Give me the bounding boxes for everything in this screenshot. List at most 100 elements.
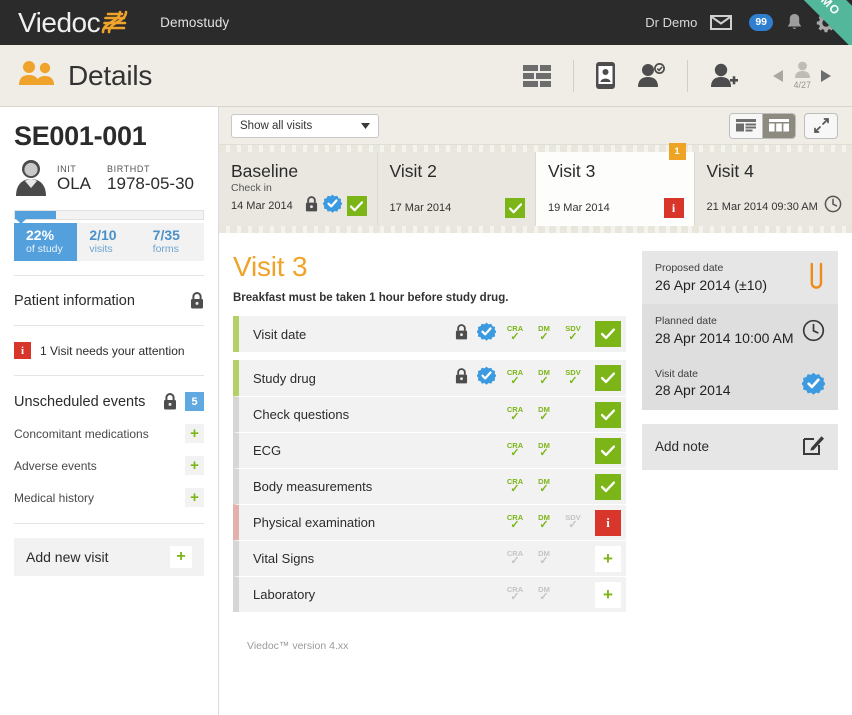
form-name: Vital Signs <box>253 551 315 566</box>
subject-navigation: 4/27 <box>758 61 832 90</box>
visit-card-footer: 17 Mar 2014 <box>390 198 525 218</box>
add-new-visit-button[interactable]: Add new visit + <box>14 538 204 576</box>
form-row[interactable]: Vital Signs CRA ✓ DM ✓ + <box>233 540 626 576</box>
chevron-down-icon <box>361 120 370 132</box>
viedoc-logo[interactable]: Viedoc <box>18 4 130 41</box>
info-item-planned-date[interactable]: Planned date 28 Apr 2014 10:00 AM <box>642 303 838 357</box>
message-count-badge[interactable]: 99 <box>749 14 773 31</box>
form-row[interactable]: Study drug CRA ✓ DM ✓ SDV ✓ <box>233 360 626 396</box>
tablet-device-icon[interactable] <box>596 62 616 89</box>
visit-card-visit-2[interactable]: Visit 2 17 Mar 2014 <box>377 152 536 226</box>
visit-card-date: 14 Mar 2014 <box>231 200 293 212</box>
subject-summary-row: INIT OLA BIRTHDT 1978-05-30 <box>14 158 204 196</box>
signed-badge-icon <box>802 372 825 395</box>
check-glyph: ✓ <box>539 330 549 343</box>
envelope-icon[interactable] <box>710 15 733 30</box>
card-view-icon[interactable] <box>763 113 795 138</box>
visit-strip-bottom-perforation <box>219 226 852 233</box>
add-adverse-event-button[interactable]: + <box>185 456 204 475</box>
check-glyph: ✓ <box>539 555 549 568</box>
add-medical-history-button[interactable]: + <box>185 488 204 507</box>
form-status-info-icon[interactable]: i <box>595 509 621 536</box>
stat-of-study[interactable]: 22% of study <box>14 223 78 261</box>
two-people-icon <box>18 60 56 91</box>
list-view-icon[interactable] <box>730 113 762 138</box>
unscheduled-count-badge[interactable]: 5 <box>185 392 204 411</box>
form-row[interactable]: Visit date CRA ✓ DM ✓ SDV ✓ <box>233 316 626 352</box>
visit-card-title: Visit 3 <box>548 161 596 181</box>
grid-view-icon[interactable] <box>523 64 552 87</box>
form-row[interactable]: Laboratory CRA ✓ DM ✓ + <box>233 576 626 612</box>
form-status-check-icon[interactable] <box>595 365 621 391</box>
triangle-left-icon[interactable] <box>772 69 784 83</box>
visit-card-visit-3[interactable]: 1 Visit 3 19 Mar 2014 i <box>536 143 695 226</box>
visit-date-label: Visit date <box>655 367 698 380</box>
sidebar: SE001-001 INIT OLA BIRTHDT 1978-05-30 22… <box>0 107 219 715</box>
form-status-check-icon[interactable] <box>595 321 621 347</box>
visit-card-status-icons: i <box>663 198 684 218</box>
sidebar-item-unscheduled-events[interactable]: Unscheduled events 5 <box>14 390 204 413</box>
dm-review-tag: DM ✓ <box>534 369 554 387</box>
sdv-review-tag: SDV ✓ <box>563 325 583 343</box>
stat-forms[interactable]: 7/35 forms <box>140 223 204 261</box>
check-glyph: ✓ <box>539 411 549 424</box>
triangle-right-icon[interactable] <box>820 69 832 83</box>
field-birthdt-value: 1978-05-30 <box>107 174 194 194</box>
cra-review-tag: CRA ✓ <box>505 369 525 387</box>
form-row[interactable]: ECG CRA ✓ DM ✓ <box>233 432 626 468</box>
form-row[interactable]: Body measurements CRA ✓ DM ✓ <box>233 468 626 504</box>
form-group: Study drug CRA ✓ DM ✓ SDV ✓ Check questi… <box>233 360 626 612</box>
attention-banner[interactable]: i 1 Visit needs your attention <box>14 340 204 361</box>
add-concomitant-medication-button[interactable]: + <box>185 424 204 443</box>
form-name: Laboratory <box>253 587 316 602</box>
unscheduled-events-label: Unscheduled events <box>14 393 146 410</box>
stat-of-study-value: 22% <box>26 227 55 243</box>
form-status-check-icon[interactable] <box>595 437 621 464</box>
form-row-icons: CRA ✓ DM ✓ SDV ✓ <box>455 365 626 391</box>
sidebar-item-adverse-events[interactable]: Adverse events + <box>14 454 204 477</box>
sidebar-divider-4 <box>14 523 204 524</box>
form-row[interactable]: Physical examination CRA ✓ DM ✓ SDV ✓ i <box>233 504 626 540</box>
bell-icon[interactable] <box>786 13 803 32</box>
info-item-proposed-date[interactable]: Proposed date 26 Apr 2014 (±10) <box>642 251 838 304</box>
form-status-check-icon[interactable] <box>595 401 621 428</box>
stat-visits[interactable]: 2/10 visits <box>77 223 141 261</box>
edit-note-icon <box>802 433 825 461</box>
form-name: Visit date <box>253 326 307 342</box>
add-person-icon[interactable] <box>710 63 739 89</box>
form-status-add-icon[interactable]: + <box>595 545 621 572</box>
toolbar-group-views <box>503 59 758 93</box>
check-glyph: ✓ <box>510 519 520 532</box>
cra-review-tag: CRA ✓ <box>505 478 525 496</box>
paperclip-icon <box>808 262 825 292</box>
form-row[interactable]: Check questions CRA ✓ DM ✓ <box>233 396 626 432</box>
visit-card-visit-4[interactable]: Visit 4 21 Mar 2014 09:30 AM <box>694 152 852 226</box>
form-status-check-icon[interactable] <box>595 473 621 500</box>
check-glyph: ✓ <box>510 374 520 387</box>
check-glyph: ✓ <box>568 519 578 532</box>
sidebar-divider-3 <box>14 375 204 376</box>
form-row-icons: CRA ✓ DM ✓ + <box>505 545 626 572</box>
form-status-add-icon[interactable]: + <box>595 581 621 608</box>
logo-text: Viedoc <box>18 6 101 38</box>
signed-badge-icon <box>321 194 343 218</box>
form-group: Visit date CRA ✓ DM ✓ SDV ✓ <box>233 316 626 352</box>
lock-icon <box>190 292 204 309</box>
sidebar-item-medical-history[interactable]: Medical history + <box>14 486 204 509</box>
check-glyph: ✓ <box>539 483 549 496</box>
visit-info-panel: Proposed date 26 Apr 2014 (±10) Planned … <box>642 251 838 715</box>
planned-date-value: 28 Apr 2014 10:00 AM <box>655 329 794 346</box>
dm-review-tag: DM ✓ <box>534 325 554 343</box>
visit-card-baseline[interactable]: Baseline Check in 14 Mar 2014 <box>219 152 378 226</box>
visit-strip-top-perforation <box>219 145 852 152</box>
sidebar-item-patient-information[interactable]: Patient information <box>14 290 204 311</box>
sidebar-item-concomitant-medications[interactable]: Concomitant medications + <box>14 422 204 445</box>
expand-arrows-icon[interactable] <box>804 112 838 139</box>
person-verified-icon[interactable] <box>637 62 666 89</box>
info-item-visit-date[interactable]: Visit date 28 Apr 2014 <box>642 356 838 410</box>
user-name[interactable]: Dr Demo <box>645 15 697 30</box>
visits-filter-select[interactable]: Show all visits <box>231 113 379 138</box>
form-name: Study drug <box>253 370 316 386</box>
info-item-text: Visit date 28 Apr 2014 <box>655 367 794 400</box>
add-note-button[interactable]: Add note <box>642 423 838 470</box>
